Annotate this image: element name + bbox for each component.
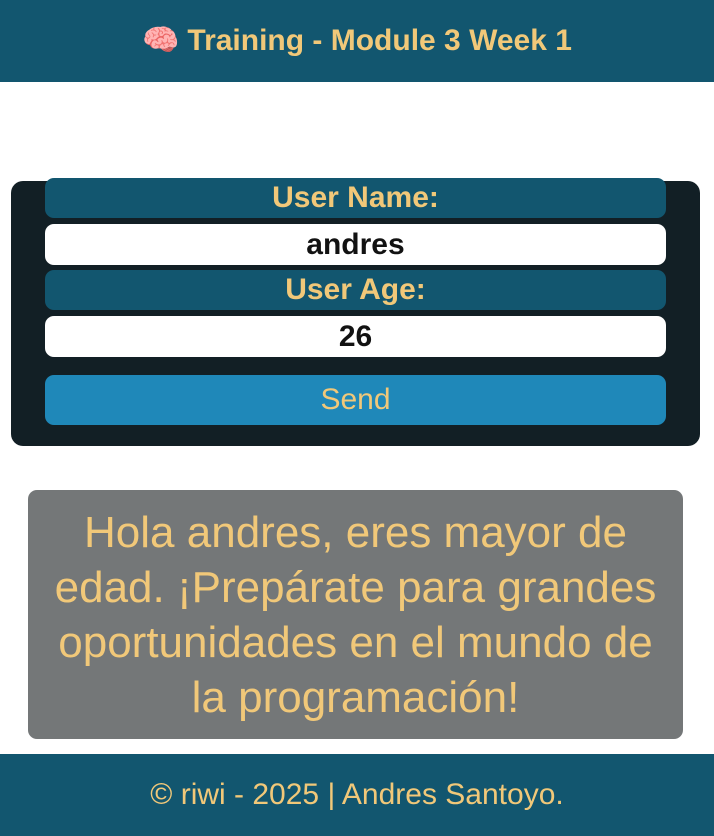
result-message: Hola andres, eres mayor de edad. ¡Prepár… bbox=[54, 507, 657, 722]
page: 🧠 Training - Module 3 Week 1 User Name: … bbox=[0, 0, 714, 836]
user-age-label: User Age: bbox=[45, 270, 666, 310]
footer-text: © riwi - 2025 | Andres Santoyo. bbox=[150, 778, 564, 811]
user-age-input[interactable] bbox=[45, 316, 666, 357]
send-button[interactable]: Send bbox=[45, 375, 666, 425]
user-name-label: User Name: bbox=[45, 178, 666, 218]
brain-icon: 🧠 bbox=[142, 24, 180, 57]
page-title: Training - Module 3 Week 1 bbox=[187, 24, 572, 57]
page-header: 🧠 Training - Module 3 Week 1 bbox=[0, 0, 714, 82]
user-name-input[interactable] bbox=[45, 224, 666, 265]
result-message-box: Hola andres, eres mayor de edad. ¡Prepár… bbox=[28, 490, 683, 739]
user-form: User Name: User Age: Send bbox=[11, 178, 700, 446]
page-footer: © riwi - 2025 | Andres Santoyo. bbox=[0, 754, 714, 836]
